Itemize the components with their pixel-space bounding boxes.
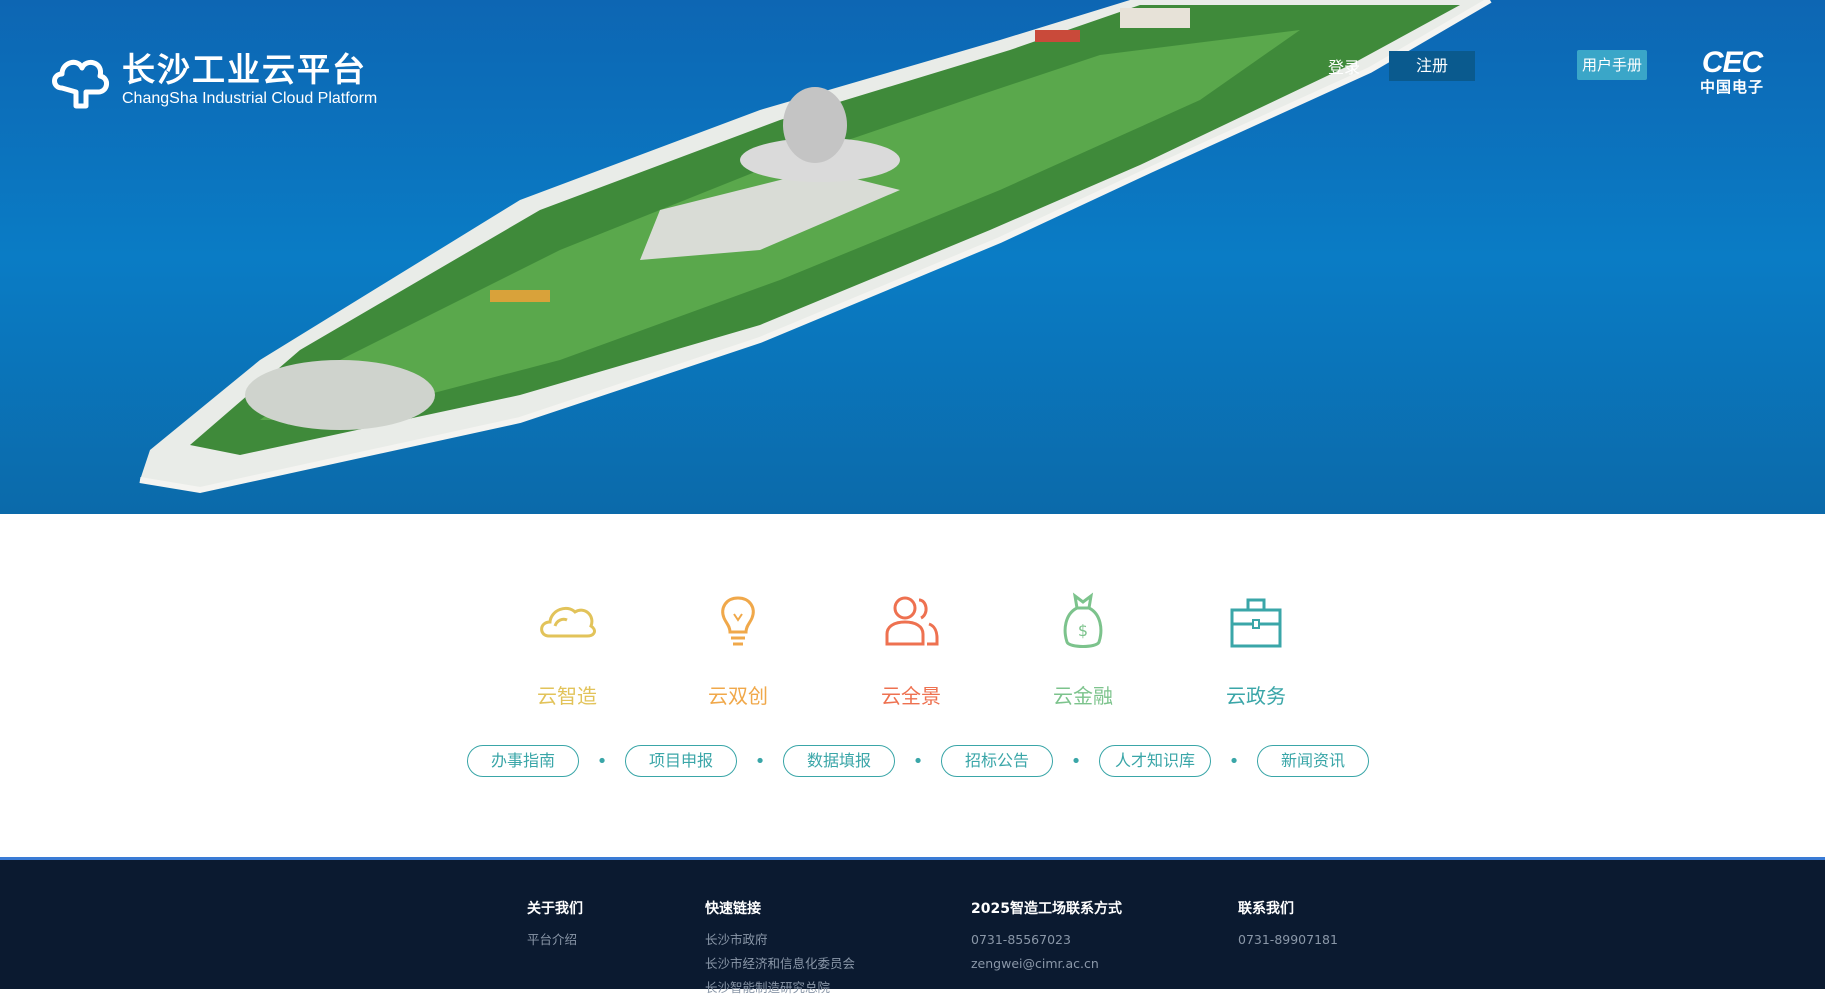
lightbulb-icon <box>721 596 755 646</box>
cec-logo-text: CEC <box>1701 46 1763 79</box>
pill-tender-notice[interactable]: 招标公告 <box>941 745 1053 777</box>
cec-partner-logo[interactable]: CEC 中国电子 <box>1700 46 1765 97</box>
logo-title: 长沙工业云平台 <box>122 50 367 89</box>
footer-phone: 0731-85567023 <box>971 932 1071 947</box>
pill-project-apply[interactable]: 项目申报 <box>625 745 737 777</box>
separator-dot: • <box>912 750 924 772</box>
services-section: 云智造 云双创 云全景 $ 云金融 云政务 办事指南 • 项目申报 • 数据填报… <box>0 514 1825 857</box>
footer-link[interactable]: 长沙智能制造研究总院 <box>705 976 855 1000</box>
footer-heading: 快速链接 <box>705 901 761 917</box>
users-icon <box>885 596 939 646</box>
footer-contact-2025: 2025智造工场联系方式 0731-85567023 zengwei@cimr.… <box>971 898 1122 976</box>
footer-about: 关于我们 平台介绍 <box>527 898 583 952</box>
service-label: 云政务 <box>1226 684 1286 708</box>
money-bag-icon: $ <box>1063 592 1103 648</box>
briefcase-icon <box>1230 598 1282 648</box>
footer-email[interactable]: zengwei@cimr.ac.cn <box>971 952 1122 976</box>
separator-dot: • <box>1228 750 1240 772</box>
footer-heading: 2025智造工场联系方式 <box>971 901 1122 917</box>
footer-link[interactable]: 平台介绍 <box>527 928 583 952</box>
pill-guide[interactable]: 办事指南 <box>467 745 579 777</box>
cloud-icon <box>540 606 596 638</box>
footer-heading: 联系我们 <box>1238 901 1294 917</box>
site-footer: 关于我们 平台介绍 快速链接 长沙市政府 长沙市经济和信息化委员会 长沙智能制造… <box>0 857 1825 995</box>
service-label: 云全景 <box>881 684 941 708</box>
footer-quick-links: 快速链接 长沙市政府 长沙市经济和信息化委员会 长沙智能制造研究总院 <box>705 898 855 1000</box>
pill-news[interactable]: 新闻资讯 <box>1257 745 1369 777</box>
quick-link-pills: 办事指南 • 项目申报 • 数据填报 • 招标公告 • 人才知识库 • 新闻资讯 <box>467 745 1369 777</box>
platform-logo[interactable]: 长沙工业云平台 ChangSha Industrial Cloud Platfo… <box>48 48 377 112</box>
footer-link[interactable]: 长沙市经济和信息化委员会 <box>705 952 855 976</box>
service-cloud-panorama[interactable]: 云全景 <box>851 590 971 709</box>
pill-talent-library[interactable]: 人才知识库 <box>1099 745 1211 777</box>
service-label: 云金融 <box>1053 684 1113 708</box>
separator-dot: • <box>754 750 766 772</box>
footer-contact: 联系我们 0731-89907181 <box>1238 898 1338 952</box>
service-cloud-finance[interactable]: $ 云金融 <box>1023 590 1143 709</box>
separator-dot: • <box>596 750 608 772</box>
login-link[interactable]: 登录 <box>1308 53 1380 83</box>
register-button[interactable]: 注册 <box>1389 51 1475 81</box>
cloud-tree-logo-icon <box>52 59 109 109</box>
service-cloud-manufacturing[interactable]: 云智造 <box>507 590 627 709</box>
footer-phone: 0731-89907181 <box>1238 932 1338 947</box>
user-manual-button[interactable]: 用户手册 <box>1577 50 1647 80</box>
svg-text:$: $ <box>1078 621 1088 640</box>
service-cloud-innovation[interactable]: 云双创 <box>678 590 798 709</box>
hero-banner: 长沙工业云平台 ChangSha Industrial Cloud Platfo… <box>0 0 1825 514</box>
service-label: 云智造 <box>537 684 597 708</box>
separator-dot: • <box>1070 750 1082 772</box>
cec-logo-cn: 中国电子 <box>1700 78 1765 96</box>
logo-subtitle: ChangSha Industrial Cloud Platform <box>122 90 378 107</box>
footer-heading: 关于我们 <box>527 901 583 917</box>
footer-link[interactable]: 长沙市政府 <box>705 928 855 952</box>
service-label: 云双创 <box>708 684 768 708</box>
pill-data-report[interactable]: 数据填报 <box>783 745 895 777</box>
service-cloud-government[interactable]: 云政务 <box>1196 590 1316 709</box>
